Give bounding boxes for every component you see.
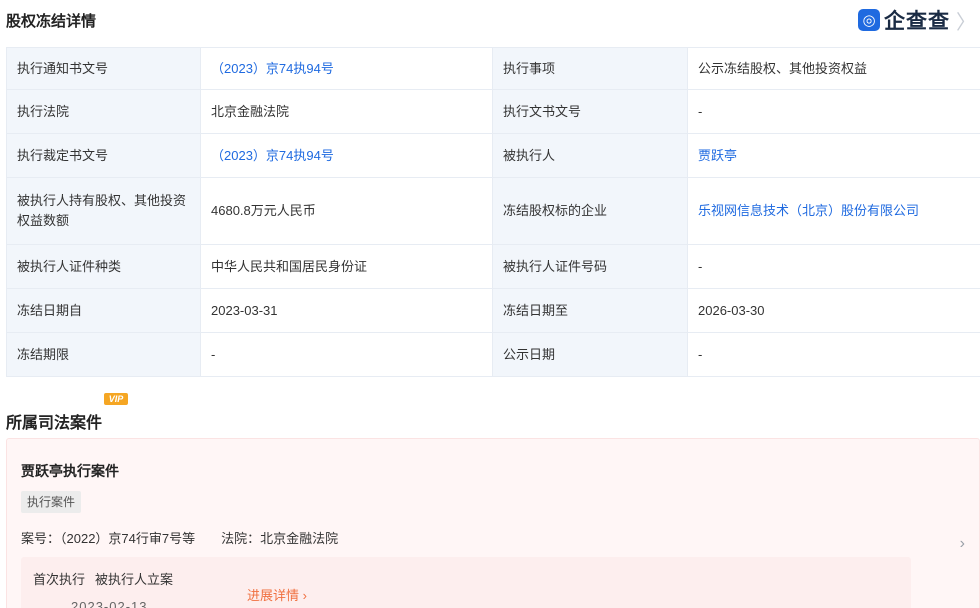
- brand-logo-group[interactable]: ◎ 企查查 〉: [858, 6, 976, 34]
- field-label: 执行通知书文号: [6, 47, 201, 90]
- field-label: 执行事项: [492, 47, 688, 90]
- field-label: 被执行人持有股权、其他投资权益数额: [6, 177, 201, 245]
- field-label: 冻结日期至: [492, 288, 688, 333]
- case-card[interactable]: 贾跃亭执行案件 执行案件 案号：（2022）京74行审7号等 法院：北京金融法院 …: [6, 438, 980, 608]
- detail-row: 执行法院 北京金融法院 执行文书文号 -: [6, 89, 980, 134]
- case-progress: 首次执行 被执行人立案 2023-02-13 进展详情 ›: [21, 557, 911, 608]
- field-value: -: [687, 332, 980, 377]
- field-label: 冻结期限: [6, 332, 201, 377]
- progress-role: 被执行人立案: [95, 572, 174, 587]
- field-label: 执行裁定书文号: [6, 133, 201, 178]
- field-label: 被执行人证件号码: [492, 244, 688, 289]
- case-name[interactable]: 贾跃亭执行案件: [21, 461, 119, 481]
- field-label: 冻结日期自: [6, 288, 201, 333]
- field-value: -: [687, 89, 980, 134]
- page-title: 股权冻结详情: [6, 13, 97, 30]
- chevron-right-icon[interactable]: 〉: [956, 6, 976, 35]
- field-label: 被执行人证件种类: [6, 244, 201, 289]
- court-label: 法院：: [221, 531, 261, 546]
- case-type-tag: 执行案件: [21, 491, 82, 513]
- field-label: 冻结股权标的企业: [492, 177, 688, 245]
- field-value: 中华人民共和国居民身份证: [200, 244, 493, 289]
- field-value: -: [200, 332, 493, 377]
- progress-detail-label[interactable]: 进展详情: [247, 588, 299, 603]
- field-value: 2023-03-31: [200, 288, 493, 333]
- case-number-label: 案号：: [21, 531, 61, 546]
- section-header: 股权冻结详情 ◎ 企查查 〉: [0, 0, 980, 42]
- detail-row: 执行裁定书文号 （2023）京74执94号 被执行人 贾跃亭: [6, 133, 980, 178]
- field-label: 被执行人: [492, 133, 688, 178]
- court-name: 北京金融法院: [260, 531, 339, 546]
- field-value-link[interactable]: （2023）京74执94号: [200, 133, 493, 178]
- progress-detail-link[interactable]: 进展详情 ›: [247, 585, 307, 604]
- equity-freeze-detail-table: 执行通知书文号 （2023）京74执94号 执行事项 公示冻结股权、其他投资权益 执行法…: [6, 47, 980, 377]
- vip-badge: VIP: [104, 393, 128, 405]
- field-value: 2026-03-30: [687, 288, 980, 333]
- chevron-right-icon[interactable]: ›: [960, 535, 965, 553]
- detail-row: 被执行人持有股权、其他投资权益数额 4680.8万元人民币 冻结股权标的企业 乐视网信…: [6, 177, 980, 245]
- field-value: 北京金融法院: [200, 89, 493, 134]
- case-meta: 案号：（2022）京74行审7号等 法院：北京金融法院: [21, 528, 338, 547]
- chevron-right-icon[interactable]: ›: [303, 588, 307, 603]
- field-value-link[interactable]: （2023）京74执94号: [200, 47, 493, 90]
- progress-date: 2023-02-13: [71, 599, 148, 608]
- detail-row: 冻结日期自 2023-03-31 冻结日期至 2026-03-30: [6, 288, 980, 333]
- progress-stage: 首次执行: [33, 572, 86, 587]
- brand-name: 企查查: [884, 10, 950, 33]
- qichacha-logo-icon: ◎: [858, 9, 880, 31]
- judicial-cases-title: 所属司法案件: [6, 415, 103, 432]
- detail-row: 执行通知书文号 （2023）京74执94号 执行事项 公示冻结股权、其他投资权益: [6, 47, 980, 90]
- field-value: -: [687, 244, 980, 289]
- detail-row: 被执行人证件种类 中华人民共和国居民身份证 被执行人证件号码 -: [6, 244, 980, 289]
- field-label: 执行法院: [6, 89, 201, 134]
- field-value-link[interactable]: 贾跃亭: [687, 133, 980, 178]
- field-value: 4680.8万元人民币: [200, 177, 493, 245]
- detail-row: 冻结期限 - 公示日期 -: [6, 332, 980, 377]
- field-value-link[interactable]: 乐视网信息技术（北京）股份有限公司: [687, 177, 980, 245]
- field-label: 执行文书文号: [492, 89, 688, 134]
- field-label: 公示日期: [492, 332, 688, 377]
- case-number: （2022）京74行审7号等: [60, 531, 196, 546]
- field-value: 公示冻结股权、其他投资权益: [687, 47, 980, 90]
- progress-step: 首次执行 被执行人立案: [33, 569, 173, 588]
